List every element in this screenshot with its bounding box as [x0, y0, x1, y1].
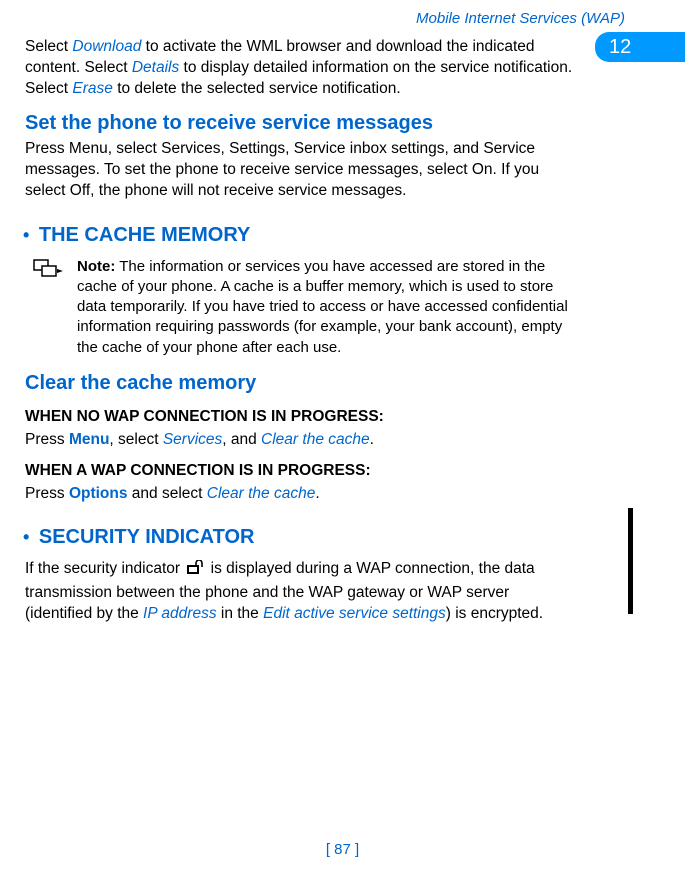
chapter-number: 12: [609, 36, 631, 59]
security-body: If the security indicator is displayed d…: [25, 559, 580, 625]
note-body: The information or services you have acc…: [77, 258, 568, 356]
note-label: Note:: [77, 258, 115, 275]
subhead-connection: WHEN A WAP CONNECTION IS IN PROGRESS:: [25, 461, 580, 482]
options-term: Options: [69, 485, 128, 502]
subhead-no-connection: WHEN NO WAP CONNECTION IS IN PROGRESS:: [25, 407, 580, 428]
text: If the security indicator: [25, 560, 184, 577]
security-lock-icon: [186, 560, 204, 583]
note-text: Note: The information or services you ha…: [77, 257, 580, 358]
heading-set-phone: Set the phone to receive service message…: [25, 110, 580, 137]
text: .: [315, 485, 319, 502]
header-running-title: Mobile Internet Services (WAP): [20, 10, 625, 27]
text: Press: [25, 485, 69, 502]
heading-security-indicator: • SECURITY INDICATOR: [23, 524, 580, 551]
ip-address-term: IP address: [143, 605, 217, 622]
text: ) is encrypted.: [446, 605, 543, 622]
side-marker: [628, 508, 633, 614]
note-block: Note: The information or services you ha…: [33, 257, 580, 358]
clear-cache-term: Clear the cache: [261, 431, 370, 448]
services-term: Services: [163, 431, 222, 448]
text: , select: [109, 431, 162, 448]
text: and select: [128, 485, 207, 502]
menu-term: Menu: [69, 431, 109, 448]
text: .: [370, 431, 374, 448]
no-connection-body: Press Menu, select Services, and Clear t…: [25, 430, 580, 451]
download-term: Download: [72, 38, 141, 55]
clear-cache-term: Clear the cache: [207, 485, 316, 502]
note-icon: [33, 259, 63, 286]
details-term: Details: [132, 59, 179, 76]
erase-term: Erase: [72, 80, 113, 97]
heading-cache-memory: • THE CACHE MEMORY: [23, 222, 580, 249]
text: in the: [217, 605, 264, 622]
page-number: [ 87 ]: [0, 841, 685, 858]
heading-clear-cache: Clear the cache memory: [25, 370, 580, 397]
content-column: Select Download to activate the WML brow…: [25, 37, 580, 625]
edit-settings-term: Edit active service settings: [263, 605, 446, 622]
connection-body: Press Options and select Clear the cache…: [25, 484, 580, 505]
heading-text: SECURITY INDICATOR: [33, 526, 254, 548]
text: to delete the selected service notificat…: [113, 80, 401, 97]
intro-paragraph: Select Download to activate the WML brow…: [25, 37, 580, 100]
text: , and: [222, 431, 261, 448]
bullet-icon: •: [23, 527, 29, 547]
page: Mobile Internet Services (WAP) 12 Select…: [0, 0, 685, 880]
bullet-icon: •: [23, 225, 29, 245]
text: Press: [25, 431, 69, 448]
chapter-tab: 12: [595, 32, 685, 62]
heading-text: THE CACHE MEMORY: [33, 224, 250, 246]
text: Select: [25, 38, 72, 55]
set-phone-body: Press Menu, select Services, Settings, S…: [25, 139, 580, 202]
